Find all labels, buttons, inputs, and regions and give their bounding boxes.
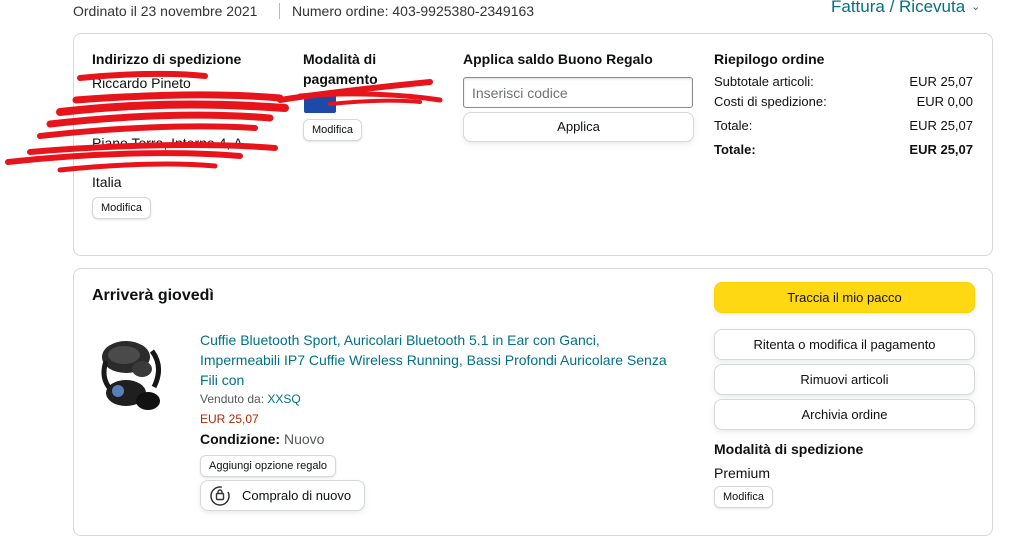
chevron-down-icon: ⌄ [971,1,981,13]
summary-title: Riepilogo ordine [714,51,825,67]
shipping-method-value: Premium [714,465,771,481]
condition-value: Nuovo [284,431,325,447]
edit-payment-button[interactable]: Modifica [303,119,362,141]
shipping-cost-label: Costi di spedizione: [714,94,827,109]
shipping-cost-value: EUR 0,00 [916,94,973,109]
apply-gift-button[interactable]: Applica [463,112,694,142]
total-label: Totale: [714,118,753,133]
product-image[interactable] [96,331,166,419]
total-value: EUR 25,07 [909,118,973,133]
invoice-link[interactable]: Fattura / Ricevuta ⌄ [831,0,980,17]
subtotal-value: EUR 25,07 [909,74,973,89]
product-condition: Condizione: Nuovo [200,431,324,447]
seller-info: Venduto da: XXSQ [200,392,301,406]
payment-title: Modalità di pagamento [303,51,378,87]
condition-label: Condizione: [200,431,281,447]
order-date: Ordinato il 23 novembre 2021 [73,3,258,19]
product-price: EUR 25,07 [200,412,259,426]
edit-shipping-method-button[interactable]: Modifica [714,486,773,508]
buy-again-icon [210,486,230,506]
retry-payment-button[interactable]: Ritenta o modifica il pagamento [714,329,975,360]
buy-again-label: Compralo di nuovo [242,488,352,503]
archive-order-button[interactable]: Archivia ordine [714,399,975,430]
grand-total-value: EUR 25,07 [909,142,973,157]
edit-address-button[interactable]: Modifica [92,197,151,219]
grand-total-label: Totale: [714,142,756,157]
address-name: Riccardo Pineto [92,75,191,91]
address-country: Italia [92,174,122,190]
sold-by-label: Venduto da: [200,392,265,406]
card-logo-icon [304,94,336,113]
product-title-link[interactable]: Cuffie Bluetooth Sport, Auricolari Bluet… [200,330,680,390]
address-line: Piano Terra, Interno 4, A [92,135,243,151]
order-number: Numero ordine: 403-9925380-2349163 [292,3,535,19]
invoice-link-label: Fattura / Ricevuta [831,0,966,16]
shipping-method-title: Modalità di spedizione [714,441,864,457]
delivery-card: Arriverà giovedì Cuffie Bluetooth Sport,… [73,268,993,536]
gift-card-title: Applica saldo Buono Regalo [463,51,653,67]
order-header: Ordinato il 23 novembre 2021 Numero ordi… [0,0,1034,26]
gift-code-input[interactable] [463,77,693,108]
header-divider [279,3,280,19]
shipping-address-title: Indirizzo di spedizione [92,51,242,67]
subtotal-label: Subtotale articoli: [714,74,814,89]
remove-items-button[interactable]: Rimuovi articoli [714,364,975,395]
track-package-button[interactable]: Traccia il mio pacco [714,282,975,313]
order-details-card: Indirizzo di spedizione Riccardo Pineto … [73,33,993,256]
delivery-title: Arriverà giovedì [92,287,214,304]
buy-again-button[interactable]: Compralo di nuovo [200,480,365,511]
seller-link[interactable]: XXSQ [267,392,300,406]
gift-option-button[interactable]: Aggiungi opzione regalo [200,455,337,477]
